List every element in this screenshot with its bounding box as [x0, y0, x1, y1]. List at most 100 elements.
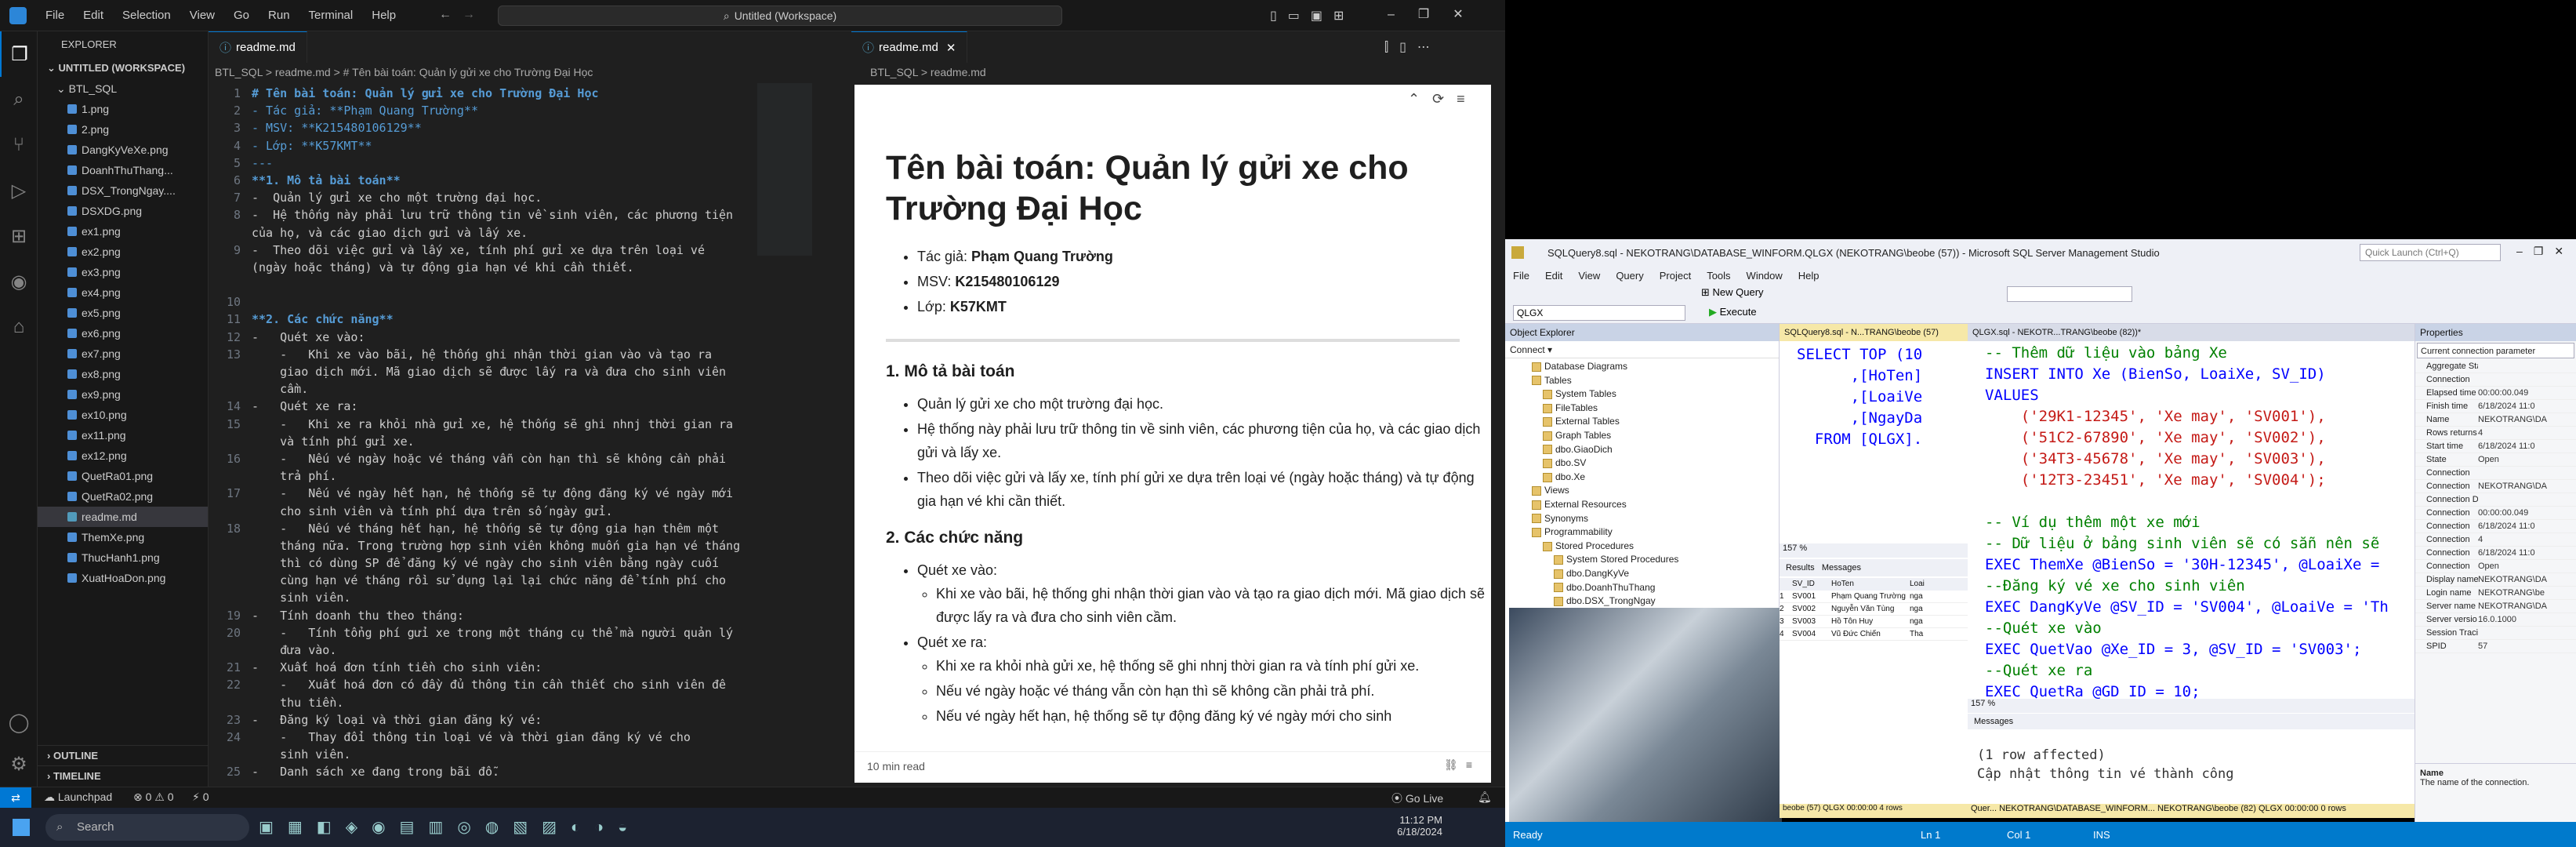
property-row[interactable]: Login name NEKOTRANG\be	[2415, 587, 2576, 600]
grid-row[interactable]: 3 SV003 Hồ Tôn Huy nga	[1780, 616, 1968, 628]
property-row[interactable]: Connection	[2415, 373, 2576, 387]
window-controls[interactable]: –❐✕	[1388, 6, 1487, 22]
ssms-menu-tools[interactable]: Tools	[1699, 270, 1738, 282]
ssms-menu-file[interactable]: File	[1505, 270, 1537, 282]
copilot-icon[interactable]: ◉	[0, 259, 38, 304]
ssms-menu-help[interactable]: Help	[1791, 270, 1827, 282]
property-row[interactable]: Server name NEKOTRANG\DA	[2415, 600, 2576, 613]
property-row[interactable]: Connection 6/18/2024 11:0	[2415, 547, 2576, 560]
property-row[interactable]: State Open	[2415, 453, 2576, 467]
property-row[interactable]: Session Traci	[2415, 627, 2576, 640]
grid-row[interactable]: 4 SV004 Vũ Đức Chiến Tha	[1780, 628, 1968, 641]
query-2-code[interactable]: -- Thêm dữ liệu vào bảng Xe INSERT INTO X…	[1968, 341, 2415, 703]
file-item[interactable]: ex3.png	[38, 262, 208, 282]
query-editor-1[interactable]: SQLQuery8.sql - N...TRANG\beobe (57) SEL…	[1780, 324, 1968, 818]
file-item[interactable]: ex10.png	[38, 405, 208, 425]
property-row[interactable]: Connection NEKOTRANG\DA	[2415, 480, 2576, 493]
file-item[interactable]: ex7.png	[38, 344, 208, 364]
search-icon[interactable]: ⌕	[0, 77, 38, 122]
property-row[interactable]: Finish time 6/18/2024 11:0	[2415, 400, 2576, 413]
folder-btl-sql[interactable]: ⌄ BTL_SQL	[38, 78, 208, 99]
forward-arrow-icon[interactable]: →	[463, 8, 475, 22]
go-live[interactable]: ⦿ Go Live	[1391, 791, 1443, 806]
file-item[interactable]: XuatHoaDon.png	[38, 568, 208, 588]
property-row[interactable]: Elapsed time 00:00:00.049	[2415, 387, 2576, 400]
tree-node[interactable]: Programmability	[1505, 525, 1779, 540]
menu-item-view[interactable]: View	[180, 9, 224, 22]
taskbar-clock[interactable]: 11:12 PM 6/18/2024	[1325, 814, 1442, 838]
timeline-section[interactable]: › TIMELINE	[38, 765, 208, 786]
tree-node[interactable]: System Stored Procedures	[1505, 553, 1779, 567]
windows-start-icon[interactable]	[13, 819, 30, 836]
grid-row[interactable]: 1 SV001 Phạm Quang Trường nga	[1780, 591, 1968, 603]
close-icon[interactable]: ✕	[946, 41, 956, 55]
file-item[interactable]: 1.png	[38, 99, 208, 119]
file-item[interactable]: ThucHanh1.png	[38, 547, 208, 568]
ssms-menu-query[interactable]: Query	[1608, 270, 1651, 282]
file-item[interactable]: ex9.png	[38, 384, 208, 405]
ssms-menu-project[interactable]: Project	[1652, 270, 1699, 282]
property-row[interactable]: Connection	[2415, 467, 2576, 480]
code-editor[interactable]: 1 # Tên bài toán: Quản lý gửi xe cho Trườ…	[209, 85, 836, 783]
tab-qlgx[interactable]: QLGX.sql - NEKOTR...TRANG\beobe (82))*	[1968, 324, 2415, 341]
grid-column-header[interactable]: HoTen	[1831, 578, 1910, 591]
properties-object-select[interactable]: Current connection parameter	[2417, 343, 2574, 358]
file-item[interactable]: ex5.png	[38, 303, 208, 323]
taskbar-search[interactable]: ⌕ Search	[45, 814, 249, 841]
tree-node[interactable]: Tables	[1505, 374, 1779, 388]
menu-item-run[interactable]: Run	[259, 9, 299, 22]
problems-count[interactable]: ⊗ 0 ⚠ 0	[133, 791, 174, 804]
property-row[interactable]: Connection 4	[2415, 533, 2576, 547]
toolbar-dropdown[interactable]	[2007, 286, 2132, 302]
execute-button[interactable]: ▶ Execute	[1709, 306, 1757, 318]
tree-node[interactable]: External Tables	[1505, 415, 1779, 429]
new-query-button[interactable]: ⊞ New Query	[1701, 286, 1764, 299]
menu-item-terminal[interactable]: Terminal	[299, 9, 363, 22]
ssms-window-controls[interactable]: –❐✕	[2516, 245, 2574, 258]
query-1-code[interactable]: SELECT TOP (10 ,[HoTen] ,[LoaiVe ,[NgayD…	[1780, 341, 1968, 450]
file-item[interactable]: readme.md	[38, 507, 208, 527]
ssms-menu-edit[interactable]: Edit	[1537, 270, 1570, 282]
file-item[interactable]: ex2.png	[38, 242, 208, 262]
property-row[interactable]: Start time 6/18/2024 11:0	[2415, 440, 2576, 453]
property-row[interactable]: Aggregate Status	[2415, 360, 2576, 373]
editor-actions[interactable]: ⫿▯⋯	[1384, 39, 1441, 55]
breadcrumb-preview[interactable]: BTL_SQL > readme.md	[870, 66, 986, 78]
file-item[interactable]: ex11.png	[38, 425, 208, 445]
menu-item-selection[interactable]: Selection	[113, 9, 180, 22]
ssms-menu-window[interactable]: Window	[1739, 270, 1791, 282]
tree-node[interactable]: dbo.DSX_TrongNgay	[1505, 594, 1779, 609]
ports-count[interactable]: ⚡ 0	[192, 791, 209, 804]
menu-item-file[interactable]: File	[36, 9, 74, 22]
property-row[interactable]: SPID 57	[2415, 640, 2576, 653]
results-tab[interactable]: Results	[1786, 563, 1815, 573]
file-item[interactable]: QuetRa02.png	[38, 486, 208, 507]
property-row[interactable]: Connection 00:00:00.049	[2415, 507, 2576, 520]
explorer-icon[interactable]: ❐	[0, 31, 38, 77]
zoom-level[interactable]: 157 %	[1780, 543, 1968, 558]
tree-node[interactable]: Views	[1505, 484, 1779, 498]
tab-readme-left[interactable]: ⓘ readme.md	[209, 31, 307, 63]
tree-node[interactable]: Graph Tables	[1505, 429, 1779, 443]
grid-column-header[interactable]: SV_ID	[1792, 578, 1831, 591]
file-item[interactable]: ex12.png	[38, 445, 208, 466]
account-icon[interactable]: ◯	[0, 700, 38, 745]
grid-row[interactable]: 2 SV002 Nguyễn Văn Tùng nga	[1780, 603, 1968, 616]
remote-icon[interactable]: ⇄	[0, 787, 31, 808]
messages-tab-2[interactable]: Messages	[1968, 714, 2415, 729]
file-item[interactable]: ex1.png	[38, 221, 208, 242]
file-item[interactable]: ex4.png	[38, 282, 208, 303]
property-row[interactable]: Connection 6/18/2024 11:0	[2415, 520, 2576, 533]
ssms-menu-view[interactable]: View	[1570, 270, 1608, 282]
tree-node[interactable]: System Tables	[1505, 387, 1779, 402]
tree-node[interactable]: dbo.SV	[1505, 456, 1779, 471]
extensions-icon[interactable]: ⊞	[0, 213, 38, 259]
run-debug-icon[interactable]: ▷	[0, 168, 38, 213]
command-center-search[interactable]: ⌕ Untitled (Workspace)	[498, 5, 1062, 26]
tree-node[interactable]: FileTables	[1505, 402, 1779, 416]
file-item[interactable]: QuetRa01.png	[38, 466, 208, 486]
file-item[interactable]: ThemXe.png	[38, 527, 208, 547]
tree-node[interactable]: dbo.DangKyVe	[1505, 567, 1779, 581]
layout-icons[interactable]: ▯▭▣⊞	[1270, 8, 1355, 24]
property-row[interactable]: Rows returns 4	[2415, 427, 2576, 440]
